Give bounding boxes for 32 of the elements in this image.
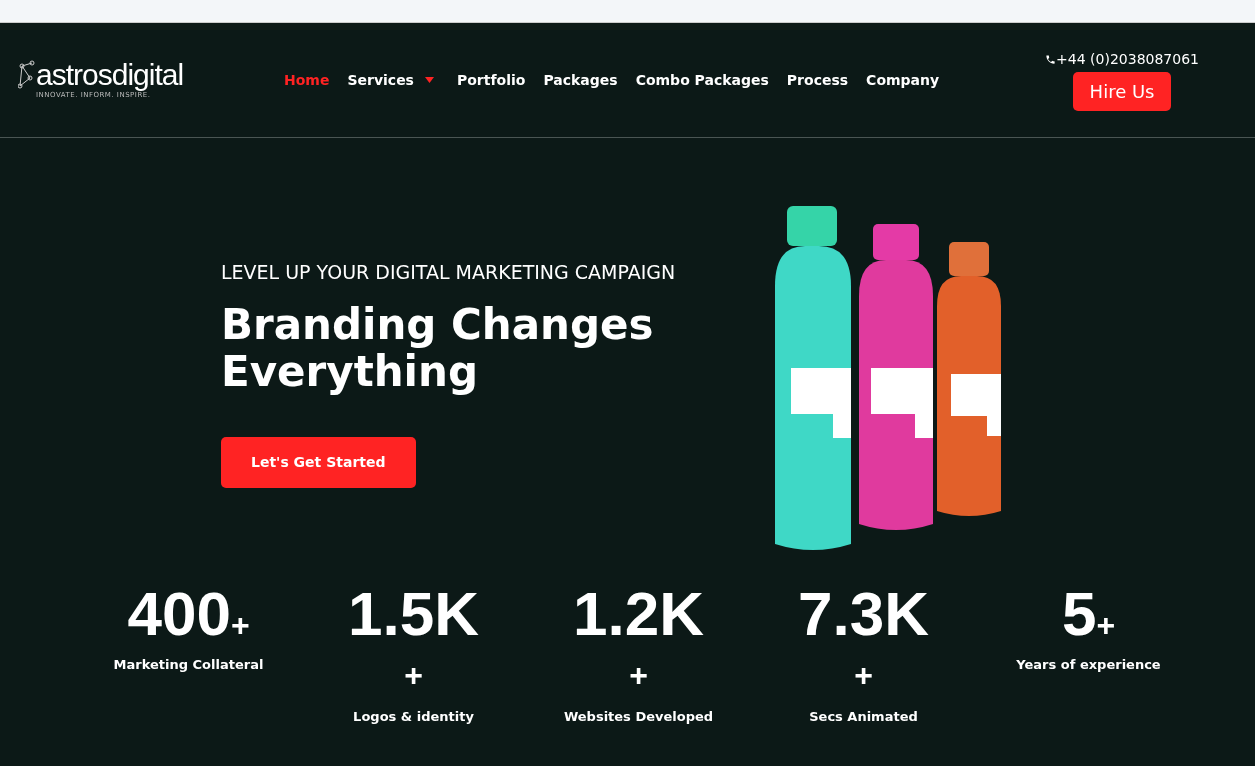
nav-link[interactable]: Company xyxy=(857,69,949,91)
caret-icon[interactable] xyxy=(424,77,434,83)
hero-title: Branding Changes Everything xyxy=(221,300,655,395)
hire-us-button[interactable]: Hire Us xyxy=(1072,72,1172,111)
hero-eyebrow: LEVEL UP YOUR DIGITAL MARKETING CAMPAIGN xyxy=(221,260,677,285)
phone-number: +44 (0)2038087061 xyxy=(1056,50,1199,69)
stat-label: Websites Developed xyxy=(563,708,714,726)
stat-number: 1.5K xyxy=(348,583,479,645)
nav-link[interactable]: Services xyxy=(338,69,423,91)
plus-sign: + xyxy=(230,609,250,641)
nav-link[interactable]: Home xyxy=(275,69,339,91)
stat-number: 1.2K xyxy=(573,583,704,645)
plus-sign: + xyxy=(854,659,873,691)
plus-sign: + xyxy=(1096,609,1116,641)
stat-number: 7.3K xyxy=(798,583,929,645)
stat-label: Marketing Collateral xyxy=(113,656,264,674)
logo-text: astros xyxy=(36,59,112,90)
stat-number: 5 xyxy=(1061,583,1097,645)
logo-text: digital xyxy=(111,59,184,90)
stat-label: Years of experience xyxy=(1016,656,1161,674)
nav-link[interactable]: Packages xyxy=(534,69,627,91)
plus-sign: + xyxy=(629,659,648,691)
network-icon xyxy=(18,59,36,90)
stat-label: Logos & identity xyxy=(353,708,474,726)
phone-icon xyxy=(1045,54,1057,65)
stat-number: 400 xyxy=(127,583,231,645)
nav-link[interactable]: Portfolio xyxy=(447,69,535,91)
stat-label: Secs Animated xyxy=(809,708,918,726)
get-started-button[interactable]: Let's Get Started xyxy=(221,436,416,488)
plus-sign: + xyxy=(404,659,423,691)
nav-link[interactable]: Process xyxy=(777,69,858,91)
nav-link[interactable]: Combo Packages xyxy=(626,69,778,91)
